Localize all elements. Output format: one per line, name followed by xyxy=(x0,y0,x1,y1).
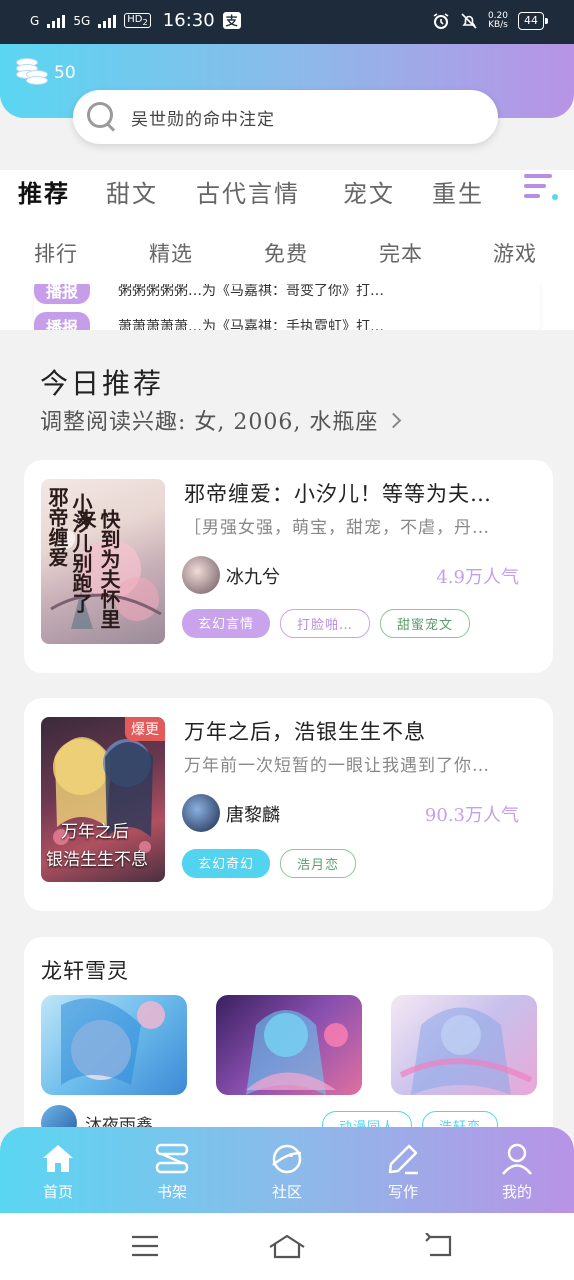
book-cover: 邪帝缠爱 小汐儿别跑了 快到为夫怀里来 xyxy=(41,479,165,644)
popularity-count: 90.3万人气 xyxy=(424,805,519,826)
signal-icon xyxy=(47,14,66,28)
nav-profile[interactable]: 我的 xyxy=(482,1141,552,1202)
nav-home[interactable]: 首页 xyxy=(23,1141,93,1202)
genre-tag[interactable]: 玄幻奇幻 xyxy=(182,849,271,878)
nav-writing[interactable]: 写作 xyxy=(368,1141,438,1202)
showcase-artwork[interactable] xyxy=(216,995,362,1095)
back-button-icon[interactable] xyxy=(424,1233,454,1259)
author-name: 唐黎麟 xyxy=(226,805,280,826)
system-navigation-bar xyxy=(0,1213,574,1280)
bookshelf-icon xyxy=(155,1143,189,1174)
artwork-image xyxy=(61,998,165,1085)
hd-label: HD xyxy=(127,14,143,25)
subtab-games[interactable]: 游戏 xyxy=(493,238,537,268)
genre-tag[interactable]: 甜蜜宠文 xyxy=(380,609,471,638)
author-name: 冰九兮 xyxy=(226,567,280,588)
nav-label: 写作 xyxy=(387,1183,418,1201)
cover-title-line: 快到为夫怀里来 xyxy=(73,509,121,629)
notice-text: 粥粥粥粥粥…为《马嘉祺：哥变了你》打… xyxy=(118,284,385,299)
mute-bell-icon xyxy=(461,13,477,29)
home-icon xyxy=(43,1145,73,1172)
nav-label: 社区 xyxy=(271,1183,302,1201)
alipay-icon: 支 xyxy=(222,12,241,29)
signal-5g-icon xyxy=(98,14,117,28)
net-speed-unit: KB/s xyxy=(488,20,508,30)
search-placeholder: 吴世勋的命中注定 xyxy=(131,109,275,130)
notice-tag: 播报 xyxy=(34,312,91,330)
genre-tag[interactable]: 打脸啪… xyxy=(280,609,371,638)
notice-card[interactable]: 播报 粥粥粥粥粥…为《马嘉祺：哥变了你》打… 播报 萧萧萧萧萧…为《马嘉祺：手执… xyxy=(34,284,540,330)
subtab-completed[interactable]: 完本 xyxy=(379,238,423,268)
hot-update-badge: 爆更 xyxy=(125,717,165,741)
book-description: ［男强女强，萌宝，甜宠，不虐，丹… xyxy=(184,518,490,538)
bottom-navigation: 首页 书架 社区 写作 我的 xyxy=(0,1127,574,1213)
nav-label: 首页 xyxy=(42,1183,73,1201)
tab-sweet[interactable]: 甜文 xyxy=(106,174,158,209)
planet-icon xyxy=(272,1144,302,1174)
tab-ancient-romance[interactable]: 古代言情 xyxy=(196,174,300,209)
subtab-ranking[interactable]: 排行 xyxy=(34,238,78,268)
clock: 16:30 xyxy=(162,10,215,31)
net-speed: 0.20 KB/s xyxy=(488,12,508,30)
author-avatar xyxy=(182,794,220,832)
cover-title-line: 万年之后 xyxy=(61,822,129,842)
book-title: 万年之后，浩银生生不息 xyxy=(184,720,426,744)
book-cover: 爆更 万年之后 银浩生生不息 xyxy=(41,717,165,882)
nav-label: 书架 xyxy=(156,1183,187,1201)
search-icon xyxy=(85,100,119,134)
category-tabs: 推荐 甜文 古代言情 宠文 重生 xyxy=(0,170,574,220)
reading-interest-text: 调整阅读兴趣: 女, 2006, 水瓶座 xyxy=(40,410,379,435)
category-menu-icon[interactable] xyxy=(524,172,558,204)
artwork-image xyxy=(399,1007,533,1095)
pen-icon xyxy=(388,1144,418,1175)
subtab-featured[interactable]: 精选 xyxy=(149,238,193,268)
tab-pampering[interactable]: 宠文 xyxy=(343,174,395,209)
network-label: G xyxy=(30,13,40,28)
showcase-artwork[interactable] xyxy=(391,995,537,1095)
notice-tag: 播报 xyxy=(34,284,91,304)
artwork-image xyxy=(246,1010,348,1095)
author-avatar xyxy=(182,556,220,594)
showcase-artwork[interactable] xyxy=(41,995,187,1095)
nav-label: 我的 xyxy=(501,1183,532,1201)
status-bar: G 5G HD2 16:30 支 0.20 KB/s 44 xyxy=(0,0,574,44)
hd-sub: 2 xyxy=(142,17,148,27)
nav-community[interactable]: 社区 xyxy=(252,1141,322,1202)
genre-tag[interactable]: 浩月恋 xyxy=(280,849,357,878)
tab-recommend[interactable]: 推荐 xyxy=(18,174,70,209)
book-title: 邪帝缠爱：小汐儿！等等为夫… xyxy=(184,482,492,506)
notice-strip: 播报 粥粥粥粥粥…为《马嘉祺：哥变了你》打… 播报 萧萧萧萧萧…为《马嘉祺：手执… xyxy=(0,284,574,330)
notice-text: 萧萧萧萧萧…为《马嘉祺：手执霓虹》打… xyxy=(118,319,385,330)
popularity-count: 4.9万人气 xyxy=(436,567,519,588)
sub-tabs: 排行 精选 免费 完本 游戏 xyxy=(0,220,574,284)
cover-title-line: 邪帝缠爱 xyxy=(45,487,69,567)
book-card[interactable]: 邪帝缠爱 小汐儿别跑了 快到为夫怀里来 邪帝缠爱：小汐儿！等等为夫… ［男强女强… xyxy=(24,460,553,673)
book-description: 万年前一次短暂的一眼让我遇到了你… xyxy=(184,756,490,776)
network-5g-label: 5G xyxy=(73,13,91,28)
reading-interest-link[interactable]: 调整阅读兴趣: 女, 2006, 水瓶座 xyxy=(40,404,402,436)
coin-balance[interactable]: 50 xyxy=(14,56,76,90)
showcase-title: 龙轩雪灵 xyxy=(41,959,129,983)
tag-list: 玄幻奇幻 浩月恋 xyxy=(182,849,357,878)
tag-list: 玄幻言情 打脸啪… 甜蜜宠文 xyxy=(182,609,471,638)
coin-stack-icon xyxy=(14,56,48,90)
battery-icon: 44 xyxy=(518,12,548,30)
hd-badge: HD2 xyxy=(124,13,151,28)
nav-bookshelf[interactable]: 书架 xyxy=(137,1141,207,1202)
recent-apps-icon[interactable] xyxy=(130,1233,160,1259)
user-icon xyxy=(502,1143,532,1175)
chevron-right-icon xyxy=(386,412,402,428)
alarm-icon xyxy=(433,13,449,29)
book-card[interactable]: 爆更 万年之后 银浩生生不息 万年之后，浩银生生不息 万年前一次短暂的一眼让我遇… xyxy=(24,698,553,911)
subtab-free[interactable]: 免费 xyxy=(264,238,308,268)
cover-title-line: 银浩生生不息 xyxy=(46,850,148,870)
section-title: 今日推荐 xyxy=(40,367,165,400)
genre-tag[interactable]: 玄幻言情 xyxy=(182,609,271,638)
home-button-icon[interactable] xyxy=(268,1233,306,1259)
coin-count: 50 xyxy=(54,63,76,83)
tab-rebirth[interactable]: 重生 xyxy=(432,174,484,209)
search-bar[interactable]: 吴世勋的命中注定 xyxy=(73,90,498,144)
